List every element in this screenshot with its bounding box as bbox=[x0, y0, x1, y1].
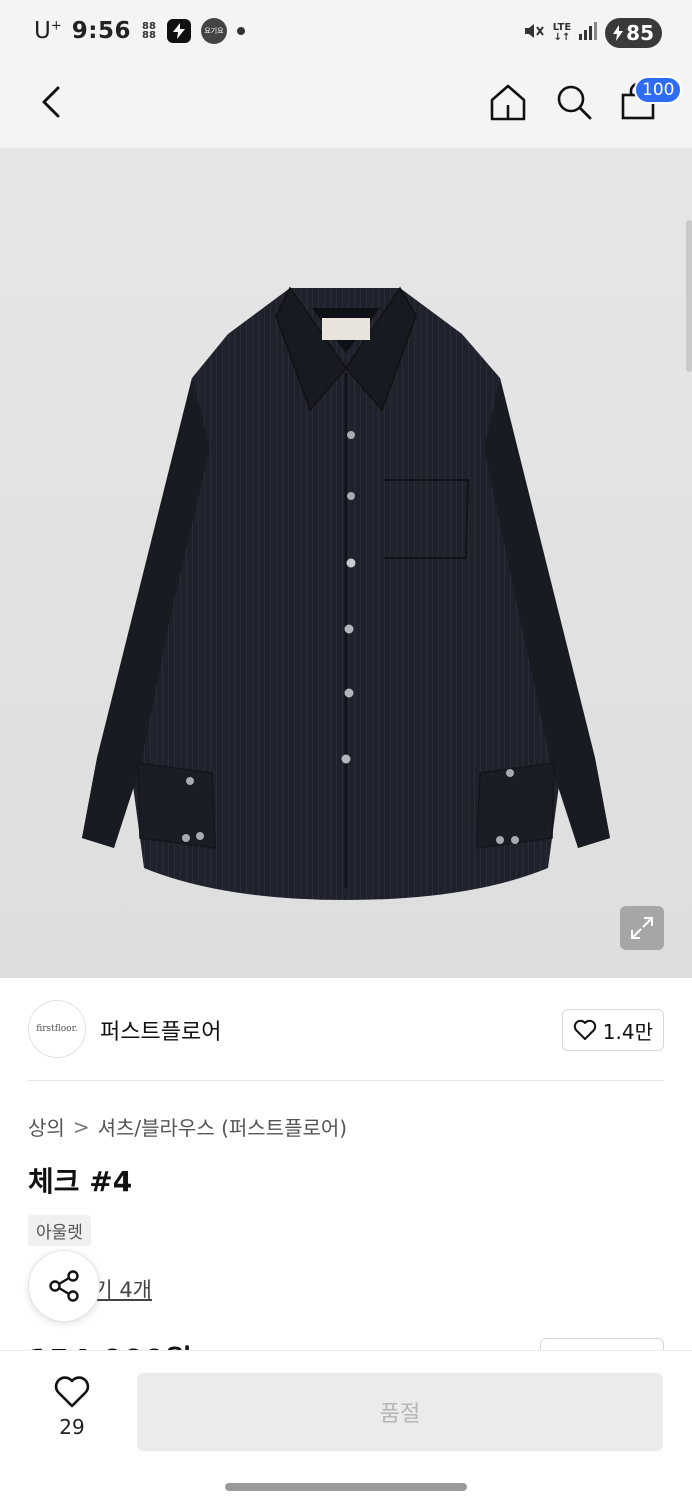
carrier-text: U bbox=[34, 18, 51, 44]
breadcrumb: 상의 > 셔츠/블라우스 (퍼스트플로어) bbox=[28, 1112, 347, 1141]
lte-icon: LTE ↓↑ bbox=[552, 22, 572, 43]
brand-row: firstfloor. 퍼스트플로어 1.4만 bbox=[28, 1000, 664, 1058]
product-image[interactable] bbox=[0, 148, 692, 978]
breadcrumb-separator: > bbox=[72, 1114, 90, 1139]
scrollbar[interactable] bbox=[686, 220, 692, 372]
battery-indicator: 85 bbox=[605, 18, 662, 48]
share-button[interactable] bbox=[28, 1250, 100, 1322]
charging-icon bbox=[613, 25, 624, 41]
shirt-image bbox=[0, 148, 692, 978]
brand-favorite-button[interactable]: 1.4만 bbox=[561, 1009, 664, 1051]
home-button[interactable] bbox=[486, 80, 530, 124]
like-button[interactable]: 29 bbox=[40, 1375, 104, 1439]
back-arrow-icon bbox=[42, 86, 60, 118]
lightning-app-icon bbox=[166, 19, 191, 43]
sold-out-button[interactable]: 품절 bbox=[137, 1373, 663, 1451]
status-right: LTE ↓↑ 85 bbox=[523, 18, 662, 48]
product-price: 154,000원 bbox=[28, 1336, 192, 1350]
carrier-plus: + bbox=[50, 18, 62, 34]
divider bbox=[28, 1080, 664, 1081]
status-bar: U+ 9:56 88 88 요기요 LTE ↓↑ 85 bbox=[0, 0, 692, 66]
home-indicator[interactable] bbox=[225, 1483, 467, 1491]
battery-level: 85 bbox=[626, 21, 654, 45]
mute-icon bbox=[523, 21, 545, 45]
outlet-tag: 아울렛 bbox=[28, 1215, 91, 1246]
heart-outline-icon bbox=[573, 1019, 596, 1040]
home-icon bbox=[490, 84, 526, 121]
cart-count-badge: 100 bbox=[634, 76, 683, 104]
product-title: 체크 #4 bbox=[28, 1165, 133, 1198]
search-button[interactable] bbox=[552, 80, 596, 124]
signal-icon bbox=[579, 22, 598, 44]
share-icon bbox=[49, 1270, 79, 1302]
more-notifications-dot bbox=[236, 27, 245, 35]
expand-image-button[interactable] bbox=[620, 906, 664, 950]
brand-name[interactable]: 퍼스트플로어 bbox=[100, 1014, 221, 1046]
back-button[interactable] bbox=[28, 80, 72, 124]
brand-favorite-count: 1.4만 bbox=[602, 1019, 653, 1044]
notification-icon: 88 88 bbox=[142, 21, 156, 41]
breadcrumb-category[interactable]: 상의 bbox=[28, 1112, 65, 1141]
heart-outline-icon bbox=[54, 1376, 90, 1408]
coupon-button[interactable] bbox=[540, 1338, 664, 1350]
bottom-action-bar: 29 품절 bbox=[0, 1350, 692, 1500]
brand-logo[interactable]: firstfloor. bbox=[28, 1000, 86, 1058]
top-navigation: 100 bbox=[0, 66, 692, 148]
like-count: 29 bbox=[59, 1415, 85, 1439]
clock-time: 9:56 bbox=[71, 18, 131, 44]
status-left: U+ 9:56 88 88 요기요 bbox=[34, 18, 245, 44]
yogiyo-app-icon: 요기요 bbox=[200, 18, 227, 44]
search-icon bbox=[557, 85, 592, 120]
network-label: LTE bbox=[552, 22, 572, 33]
price-row: 154,000원 bbox=[28, 1336, 664, 1350]
carrier-label: U+ bbox=[34, 18, 62, 44]
breadcrumb-subcategory[interactable]: 셔츠/블라우스 (퍼스트플로어) bbox=[98, 1112, 348, 1141]
expand-icon bbox=[631, 917, 653, 939]
